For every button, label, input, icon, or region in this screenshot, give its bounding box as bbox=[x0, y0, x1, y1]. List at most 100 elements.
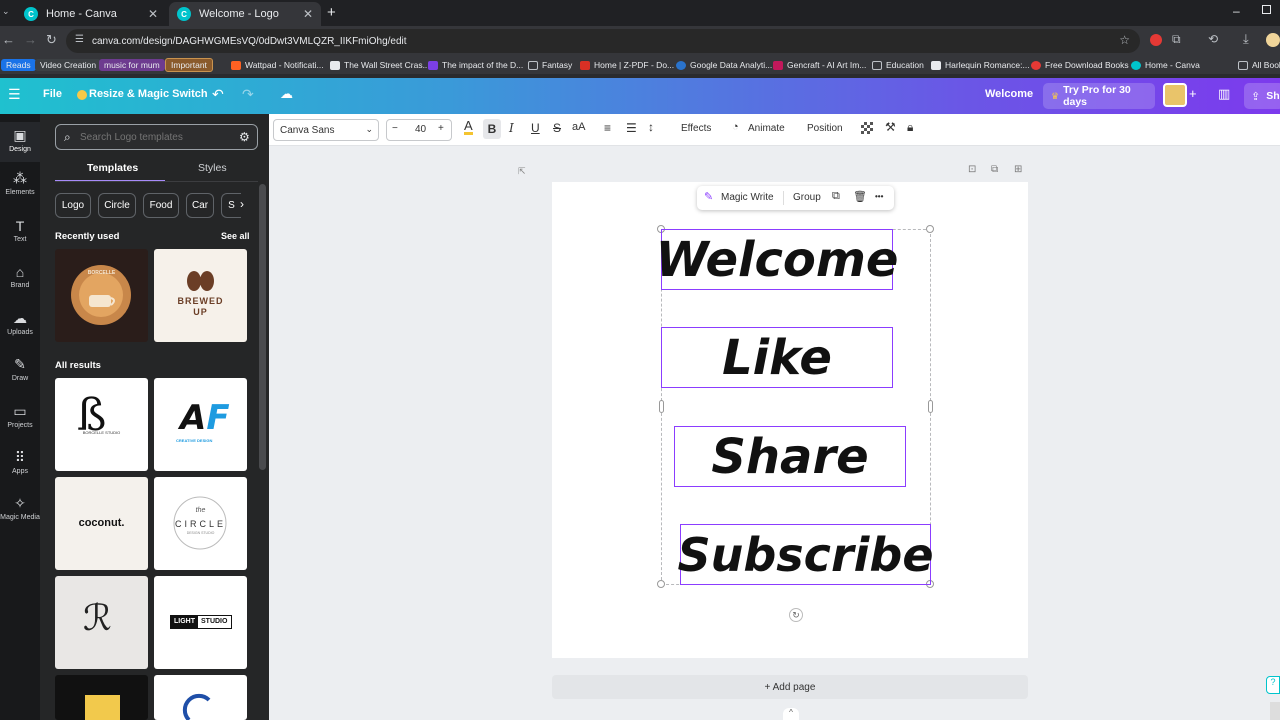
bookmark-zpdf[interactable]: Home | Z-PDF - Do... bbox=[580, 58, 674, 72]
search-input[interactable] bbox=[80, 129, 230, 145]
chevron-right-icon[interactable]: › bbox=[240, 197, 244, 211]
maximize-icon[interactable] bbox=[1262, 5, 1271, 14]
decrease-size-button[interactable]: − bbox=[392, 123, 398, 134]
bookmark-home-canva[interactable]: Home - Canva bbox=[1131, 58, 1200, 72]
insights-icon[interactable]: ▥ bbox=[1218, 86, 1230, 102]
bookmark-video-creation[interactable]: Video Creation bbox=[35, 58, 102, 72]
adblock-extension-icon[interactable] bbox=[1150, 34, 1162, 46]
template-search-box[interactable]: ⌕ ⚙ bbox=[55, 124, 258, 150]
close-tab-icon[interactable]: ✕ bbox=[303, 7, 313, 21]
italic-button[interactable]: I bbox=[509, 121, 514, 135]
group-button[interactable]: Group bbox=[793, 192, 821, 203]
new-tab-button[interactable]: + bbox=[327, 4, 336, 21]
text-color-icon[interactable]: A bbox=[464, 119, 473, 135]
forward-icon[interactable]: → bbox=[24, 32, 37, 47]
strikethrough-button[interactable]: S bbox=[553, 121, 561, 135]
increase-size-button[interactable]: + bbox=[438, 123, 444, 134]
magic-write-button[interactable]: Magic Write bbox=[721, 192, 774, 203]
try-pro-button[interactable]: ♛ Try Pro for 30 days bbox=[1043, 83, 1155, 109]
template-coconut[interactable]: coconut. bbox=[55, 477, 148, 570]
tab-styles[interactable]: Styles bbox=[198, 162, 227, 174]
transparency-icon[interactable] bbox=[861, 122, 873, 134]
file-menu-button[interactable]: File bbox=[43, 88, 62, 100]
share-button[interactable]: ⇪ Sh bbox=[1244, 83, 1280, 109]
side-handle[interactable] bbox=[928, 400, 933, 413]
font-size-stepper[interactable]: − 40 + bbox=[386, 119, 452, 141]
template-af-creative[interactable]: AF CREATIVE DESIGN bbox=[154, 378, 247, 471]
font-size-value[interactable]: 40 bbox=[415, 124, 426, 135]
delete-icon[interactable]: 🗑︎ bbox=[853, 190, 867, 203]
browser-tab-welcome[interactable]: C Welcome - Logo ✕ bbox=[169, 2, 321, 26]
panel-scrollbar[interactable] bbox=[259, 184, 266, 470]
chip-more[interactable]: S bbox=[221, 193, 241, 218]
notes-icon[interactable] bbox=[1270, 702, 1280, 720]
bookmark-reads[interactable]: Reads bbox=[1, 58, 36, 72]
bookmark-wsj[interactable]: The Wall Street Cras... bbox=[330, 58, 430, 72]
lock-icon[interactable]: 🔒︎ bbox=[907, 120, 913, 135]
duplicate-page-icon[interactable]: ⧉ bbox=[991, 164, 998, 175]
bookmark-harlequin[interactable]: Harlequin Romance:... bbox=[931, 58, 1030, 72]
position-button[interactable]: Position bbox=[807, 123, 843, 134]
side-handle[interactable] bbox=[659, 400, 664, 413]
resize-handle[interactable] bbox=[657, 580, 665, 588]
resize-handle[interactable] bbox=[926, 225, 934, 233]
font-family-select[interactable]: Canva Sans ⌄ bbox=[273, 119, 379, 141]
site-info-icon[interactable]: ☰ bbox=[75, 34, 84, 45]
user-avatar[interactable] bbox=[1163, 83, 1187, 107]
rail-item-apps[interactable]: ⠿ Apps bbox=[0, 449, 40, 475]
more-options-icon[interactable]: ••• bbox=[875, 192, 883, 201]
text-share[interactable]: Share bbox=[674, 426, 906, 487]
tab-search-icon[interactable]: ⌄ bbox=[2, 6, 14, 20]
chip-logo[interactable]: Logo bbox=[55, 193, 91, 218]
template-light-studio[interactable]: LIGHT STUDIO bbox=[154, 576, 247, 669]
address-bar[interactable]: ☰ canva.com/design/DAGHWGMEsVQ/0dDwt3VML… bbox=[66, 29, 1140, 53]
bookmark-music-for-mum[interactable]: music for mum bbox=[99, 58, 165, 72]
chevron-up-icon[interactable]: ^ bbox=[783, 708, 799, 720]
template-brewed-up[interactable]: BREWED UP bbox=[154, 249, 247, 342]
resize-magic-switch-button[interactable]: Resize & Magic Switch bbox=[89, 88, 208, 100]
rail-item-brand[interactable]: ⌂ Brand bbox=[0, 264, 40, 289]
text-like[interactable]: Like bbox=[661, 327, 893, 388]
bookmark-impact[interactable]: The impact of the D... bbox=[428, 58, 523, 72]
template-bc-monogram[interactable]: ß BORCELLE STUDIO bbox=[55, 378, 148, 471]
spacing-icon[interactable]: ↕ bbox=[648, 120, 654, 134]
rotate-handle-icon[interactable]: ↻ bbox=[789, 608, 803, 622]
rail-item-projects[interactable]: ▭ Projects bbox=[0, 403, 40, 429]
close-tab-icon[interactable]: ✕ bbox=[148, 7, 158, 21]
bold-button[interactable]: B bbox=[483, 119, 501, 139]
profile-avatar-icon[interactable] bbox=[1266, 33, 1280, 47]
add-page-icon[interactable]: ⊞ bbox=[1014, 164, 1022, 175]
template-rs-monogram[interactable]: ℛ bbox=[55, 576, 148, 669]
add-page-button[interactable]: + Add page bbox=[552, 675, 1028, 699]
see-all-link[interactable]: See all bbox=[221, 231, 250, 241]
list-icon[interactable]: ☰ bbox=[626, 121, 637, 135]
rail-item-elements[interactable]: ⁂ Elements bbox=[0, 170, 40, 196]
duplicate-icon[interactable]: ⧉ bbox=[832, 190, 840, 203]
underline-button[interactable]: U bbox=[531, 121, 540, 135]
history-icon[interactable]: ⟲ bbox=[1208, 32, 1218, 46]
animate-button[interactable]: Animate bbox=[748, 123, 785, 134]
bookmark-star-icon[interactable]: ☆ bbox=[1119, 33, 1130, 47]
extensions-icon[interactable]: ⧉ bbox=[1172, 32, 1181, 47]
menu-icon[interactable]: ☰ bbox=[8, 86, 21, 103]
chip-circle[interactable]: Circle bbox=[98, 193, 136, 218]
reload-icon[interactable]: ↻ bbox=[46, 32, 57, 48]
effects-button[interactable]: Effects bbox=[681, 123, 711, 134]
template-borcelle-coffee[interactable]: BORCELLE bbox=[55, 249, 148, 342]
document-title[interactable]: Welcome bbox=[985, 88, 1033, 100]
text-subscribe[interactable]: Subscribe bbox=[677, 524, 934, 585]
cloud-saved-icon[interactable]: ☁ bbox=[280, 86, 293, 102]
add-collaborator-icon[interactable]: + bbox=[1189, 86, 1197, 101]
text-welcome[interactable]: Welcome bbox=[656, 229, 898, 290]
rail-item-draw[interactable]: ✎ Draw bbox=[0, 356, 40, 382]
template-the-circle[interactable]: the CIRCLE DESIGN STUDIO bbox=[154, 477, 247, 570]
browser-tab-home[interactable]: C Home - Canva ✕ bbox=[16, 2, 166, 26]
tab-templates[interactable]: Templates bbox=[87, 162, 138, 174]
redo-icon[interactable]: ↷ bbox=[242, 86, 254, 103]
bookmark-fantasy[interactable]: Fantasy bbox=[528, 58, 572, 72]
bookmark-gencraft[interactable]: Gencraft - AI Art Im... bbox=[773, 58, 866, 72]
help-icon[interactable]: ? bbox=[1266, 676, 1280, 694]
chip-car[interactable]: Car bbox=[186, 193, 214, 218]
download-icon[interactable]: ⤓ bbox=[1243, 31, 1249, 47]
minimize-icon[interactable]: – bbox=[1233, 4, 1240, 18]
